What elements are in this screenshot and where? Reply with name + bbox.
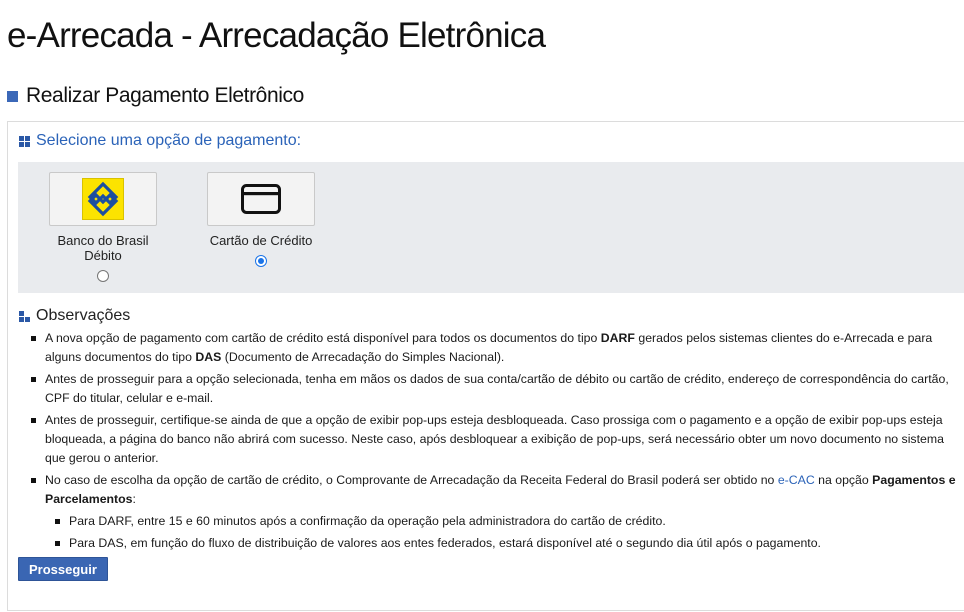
list-item: Antes de prosseguir, certifique-se ainda… (31, 411, 961, 468)
list-item: A nova opção de pagamento com cartão de … (31, 329, 961, 367)
grid-icon (19, 310, 30, 322)
banco-do-brasil-logo-icon (82, 178, 124, 220)
radio-cartao-de-credito[interactable] (255, 255, 267, 267)
sub-list-item: Para DAS, em função do fluxo de distribu… (55, 534, 961, 553)
payment-option-label: Selecione uma opção de pagamento: (36, 132, 302, 149)
obs-text: Antes de prosseguir, certifique-se ainda… (45, 413, 944, 465)
option-label-line2: Débito (84, 248, 122, 263)
observations-list: A nova opção de pagamento com cartão de … (31, 329, 961, 556)
option-label-line1: Banco do Brasil (57, 233, 149, 248)
sub-list-item: Para DARF, entre 15 e 60 minutos após a … (55, 512, 961, 531)
obs-text: No caso de escolha da opção de cartão de… (45, 473, 778, 487)
credit-card-icon (241, 184, 281, 214)
option-tile-cartao-de-credito[interactable] (207, 172, 315, 226)
obs-bold: DARF (600, 331, 635, 345)
option-cartao-de-credito[interactable]: Cartão de Crédito (207, 172, 315, 267)
grid-icon (19, 135, 30, 147)
obs-text: A nova opção de pagamento com cartão de … (45, 331, 601, 345)
option-label-cartao-de-credito: Cartão de Crédito (207, 233, 315, 248)
payment-panel: Selecione uma opção de pagamento: Banco … (7, 121, 964, 611)
option-banco-do-brasil[interactable]: Banco do Brasil Débito (49, 172, 157, 282)
radio-banco-do-brasil[interactable] (97, 270, 109, 282)
option-label-line1: Cartão de Crédito (209, 233, 313, 248)
obs-text: (Documento de Arrecadação do Simples Nac… (221, 350, 505, 364)
option-label-banco-do-brasil: Banco do Brasil Débito (49, 233, 157, 263)
list-item: No caso de escolha da opção de cartão de… (31, 471, 961, 553)
obs-text: : (132, 492, 136, 506)
list-item: Antes de prosseguir para a opção selecio… (31, 370, 961, 408)
obs-text: na opção (814, 473, 873, 487)
proceed-button[interactable]: Prosseguir (18, 557, 108, 581)
observations-heading: Observações (19, 307, 130, 325)
observations-title: Observações (36, 307, 131, 324)
ecac-link[interactable]: e-CAC (778, 473, 815, 487)
obs-text: Antes de prosseguir para a opção selecio… (45, 372, 949, 405)
sub-list: Para DARF, entre 15 e 60 minutos após a … (45, 512, 961, 553)
option-tile-banco-do-brasil[interactable] (49, 172, 157, 226)
square-bullet-icon (7, 90, 18, 102)
payment-option-heading: Selecione uma opção de pagamento: (19, 132, 301, 150)
payment-options-box: Banco do Brasil Débito Cartão de Crédito (18, 162, 964, 293)
section-title: Realizar Pagamento Eletrônico (26, 84, 304, 107)
section-header: Realizar Pagamento Eletrônico (7, 84, 304, 108)
obs-bold: DAS (195, 350, 222, 364)
app-title: e-Arrecada - Arrecadação Eletrônica (7, 16, 546, 55)
